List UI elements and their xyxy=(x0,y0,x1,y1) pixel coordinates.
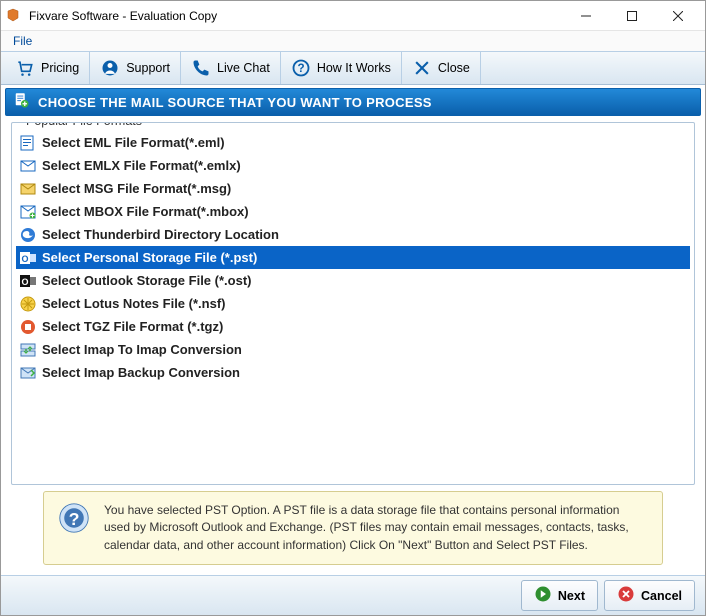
menu-file[interactable]: File xyxy=(7,32,38,50)
instruction-bar: CHOOSE THE MAIL SOURCE THAT YOU WANT TO … xyxy=(5,88,701,116)
outlook-ost-icon: O xyxy=(20,273,36,289)
format-label: Select Imap To Imap Conversion xyxy=(42,342,242,357)
info-text: You have selected PST Option. A PST file… xyxy=(104,502,648,554)
instruction-text: CHOOSE THE MAIL SOURCE THAT YOU WANT TO … xyxy=(38,95,432,110)
cancel-button[interactable]: Cancel xyxy=(604,580,695,611)
cancel-icon xyxy=(617,585,635,606)
msg-icon xyxy=(20,181,36,197)
format-label: Select Thunderbird Directory Location xyxy=(42,227,279,242)
mbox-icon xyxy=(20,204,36,220)
live-chat-button[interactable]: Live Chat xyxy=(181,52,281,84)
svg-text:?: ? xyxy=(297,62,304,75)
minimize-button[interactable] xyxy=(563,2,609,30)
format-list: Select EML File Format(*.eml) Select EMLX… xyxy=(16,131,690,384)
tgz-icon xyxy=(20,319,36,335)
app-icon xyxy=(5,7,23,25)
info-box: ? You have selected PST Option. A PST fi… xyxy=(43,491,663,565)
format-label: Select Outlook Storage File (*.ost) xyxy=(42,273,251,288)
format-item[interactable]: Select EML File Format(*.eml) xyxy=(16,131,690,154)
format-item[interactable]: Select TGZ File Format (*.tgz) xyxy=(16,315,690,338)
next-label: Next xyxy=(558,589,585,603)
imap-backup-icon xyxy=(20,365,36,381)
emlx-icon xyxy=(20,158,36,174)
toolbar-label: Close xyxy=(438,61,470,75)
menu-bar: File xyxy=(1,31,705,51)
window-close-button[interactable] xyxy=(655,2,701,30)
outlook-pst-icon: O xyxy=(20,250,36,266)
format-item[interactable]: Select Imap To Imap Conversion xyxy=(16,338,690,361)
imap-sync-icon xyxy=(20,342,36,358)
svg-text:?: ? xyxy=(69,509,80,529)
main-panel: Popular File Formats Select EML File For… xyxy=(11,122,695,575)
window-title: Fixvare Software - Evaluation Copy xyxy=(29,9,563,23)
headset-icon xyxy=(100,58,120,78)
toolbar: Pricing Support Live Chat ? How It Works… xyxy=(1,51,705,85)
format-label: Select EML File Format(*.eml) xyxy=(42,135,225,150)
next-arrow-icon xyxy=(534,585,552,606)
support-button[interactable]: Support xyxy=(90,52,181,84)
format-label: Select EMLX File Format(*.emlx) xyxy=(42,158,241,173)
format-label: Select Imap Backup Conversion xyxy=(42,365,240,380)
toolbar-label: Support xyxy=(126,61,170,75)
pricing-button[interactable]: Pricing xyxy=(5,52,90,84)
close-button[interactable]: Close xyxy=(402,52,481,84)
maximize-button[interactable] xyxy=(609,2,655,30)
phone-icon xyxy=(191,58,211,78)
format-label: Select Personal Storage File (*.pst) xyxy=(42,250,257,265)
format-item[interactable]: Select Imap Backup Conversion xyxy=(16,361,690,384)
cart-icon xyxy=(15,58,35,78)
cancel-label: Cancel xyxy=(641,589,682,603)
format-label: Select MSG File Format(*.msg) xyxy=(42,181,231,196)
lotus-icon xyxy=(20,296,36,312)
format-item[interactable]: O Select Outlook Storage File (*.ost) xyxy=(16,269,690,292)
info-icon: ? xyxy=(58,502,90,539)
format-label: Select MBOX File Format(*.mbox) xyxy=(42,204,249,219)
title-bar: Fixvare Software - Evaluation Copy xyxy=(1,1,705,31)
question-icon: ? xyxy=(291,58,311,78)
close-icon xyxy=(412,58,432,78)
group-label: Popular File Formats xyxy=(22,122,146,128)
svg-text:O: O xyxy=(21,277,28,287)
toolbar-label: How It Works xyxy=(317,61,391,75)
next-button[interactable]: Next xyxy=(521,580,598,611)
footer: Next Cancel xyxy=(1,575,705,615)
format-item[interactable]: O Select Personal Storage File (*.pst) xyxy=(16,246,690,269)
toolbar-label: Pricing xyxy=(41,61,79,75)
format-label: Select TGZ File Format (*.tgz) xyxy=(42,319,223,334)
toolbar-label: Live Chat xyxy=(217,61,270,75)
how-it-works-button[interactable]: ? How It Works xyxy=(281,52,402,84)
format-label: Select Lotus Notes File (*.nsf) xyxy=(42,296,225,311)
document-add-icon xyxy=(12,91,30,114)
format-item[interactable]: Select EMLX File Format(*.emlx) xyxy=(16,154,690,177)
svg-text:O: O xyxy=(21,254,28,264)
format-item[interactable]: Select MSG File Format(*.msg) xyxy=(16,177,690,200)
format-item[interactable]: Select Lotus Notes File (*.nsf) xyxy=(16,292,690,315)
eml-icon xyxy=(20,135,36,151)
formats-group: Popular File Formats Select EML File For… xyxy=(11,122,695,485)
thunderbird-icon xyxy=(20,227,36,243)
format-item[interactable]: Select Thunderbird Directory Location xyxy=(16,223,690,246)
format-item[interactable]: Select MBOX File Format(*.mbox) xyxy=(16,200,690,223)
